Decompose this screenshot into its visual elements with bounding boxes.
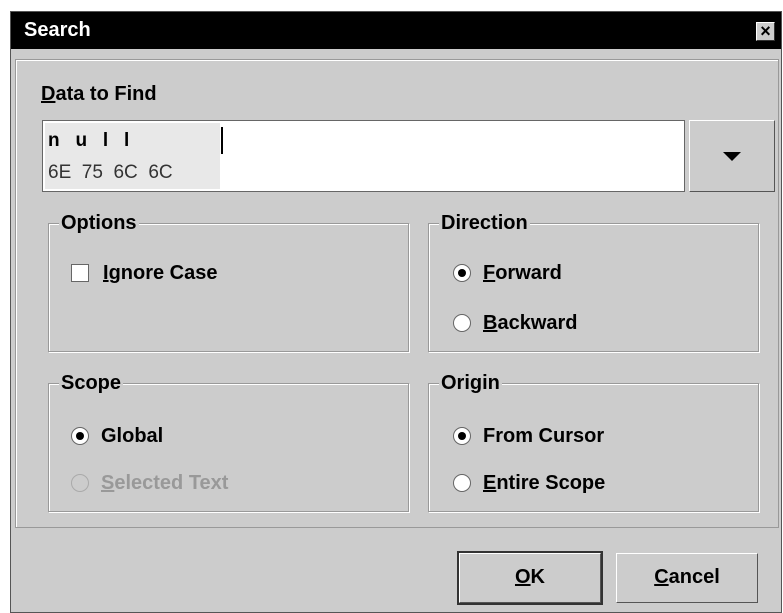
history-dropdown-button[interactable] — [689, 120, 775, 192]
hex-row: 6E 75 6C 6C — [48, 162, 173, 183]
close-icon[interactable]: × — [756, 22, 775, 41]
origin-title: Origin — [439, 372, 502, 394]
options-group: Options Ignore Case — [48, 212, 409, 352]
radio-icon — [71, 474, 89, 492]
scope-title: Scope — [59, 372, 124, 394]
data-to-find-input[interactable]: n u l l 6E 75 6C 6C — [42, 120, 685, 192]
radio-selected-icon[interactable] — [453, 264, 471, 282]
data-to-find-label: Data to Find — [41, 83, 157, 105]
selected-text-radio: Selected Text — [71, 471, 228, 495]
backward-radio[interactable]: Backward — [453, 311, 578, 335]
ignore-case-checkbox[interactable]: Ignore Case — [71, 261, 218, 285]
scope-group: Scope Global Selected Text — [48, 372, 409, 512]
title-bar[interactable]: Search × — [11, 12, 781, 49]
global-radio[interactable]: Global — [71, 424, 163, 448]
forward-radio[interactable]: Forward — [453, 261, 562, 285]
ok-button[interactable]: OK — [457, 551, 603, 605]
entire-scope-radio[interactable]: Entire Scope — [453, 471, 605, 495]
text-caret — [221, 127, 223, 154]
hex-selection: n u l l 6E 75 6C 6C — [45, 123, 220, 189]
radio-icon[interactable] — [453, 474, 471, 492]
checkbox-icon[interactable] — [71, 264, 89, 282]
direction-title: Direction — [439, 212, 530, 234]
direction-group: Direction Forward Backward — [428, 212, 759, 352]
options-title: Options — [59, 212, 139, 234]
search-dialog: Search × Data to Find n u l l 6E 75 6C 6… — [10, 11, 782, 613]
origin-group: Origin From Cursor Entire Scope — [428, 372, 759, 512]
ascii-row: n u l l — [48, 130, 130, 151]
from-cursor-radio[interactable]: From Cursor — [453, 424, 604, 448]
dialog-title: Search — [24, 19, 91, 41]
chevron-down-icon — [723, 152, 741, 161]
cancel-button[interactable]: Cancel — [616, 553, 758, 603]
radio-selected-icon[interactable] — [71, 427, 89, 445]
radio-icon[interactable] — [453, 314, 471, 332]
radio-selected-icon[interactable] — [453, 427, 471, 445]
